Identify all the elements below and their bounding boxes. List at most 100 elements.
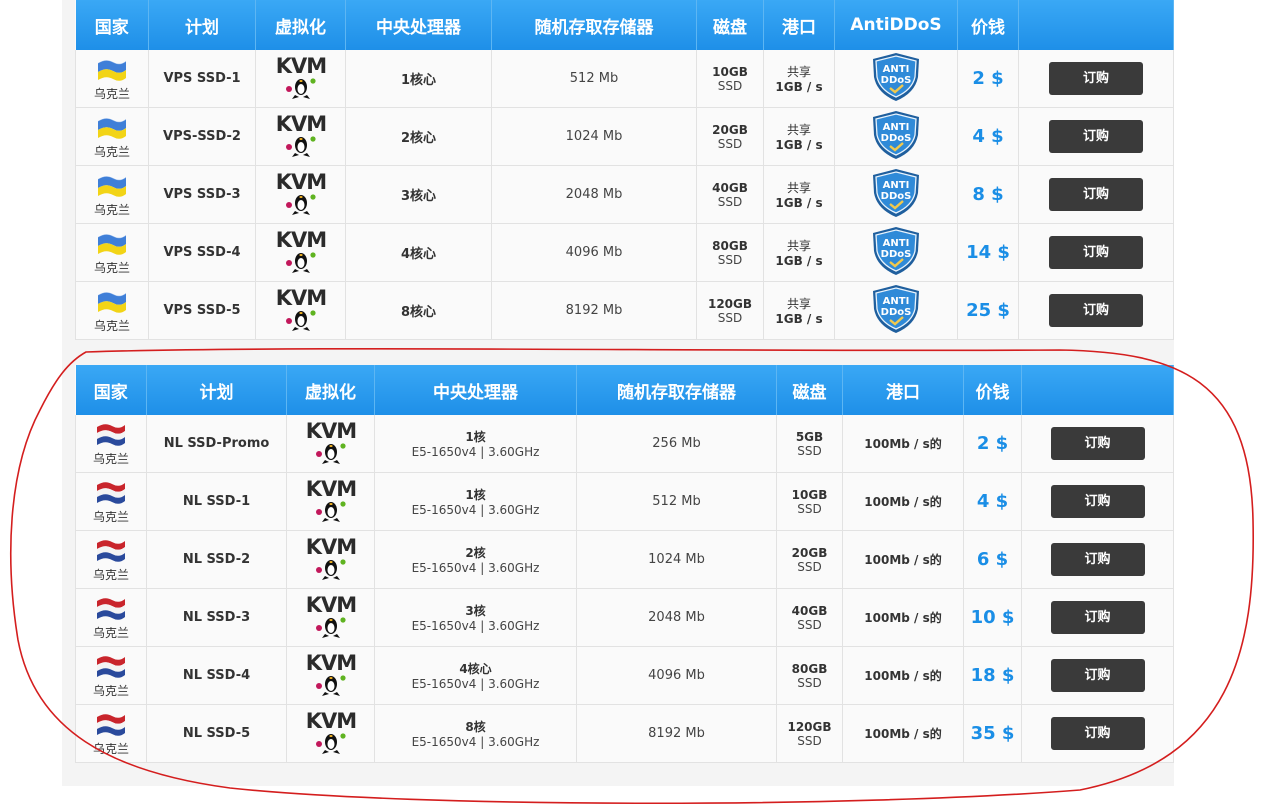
- ram-size: 4096 Mb: [648, 668, 705, 683]
- cell-disk: 120GB SSD: [776, 704, 843, 763]
- disk-type: SSD: [717, 78, 743, 93]
- cell-country: 乌克兰: [75, 472, 147, 531]
- cell-price: 8 $: [957, 165, 1019, 224]
- cell-port: 100Mb / s的: [842, 415, 964, 473]
- port-speed: 100Mb / s的: [864, 553, 942, 567]
- anti-ddos-shield-icon: ANTI DDoS: [870, 284, 922, 338]
- kvm-logo-icon: KVM: [304, 477, 358, 527]
- svg-text:KVM: KVM: [305, 477, 355, 501]
- cell-order: 订购: [1021, 588, 1174, 647]
- port-speed: 1GB / s: [775, 138, 823, 152]
- cell-plan: NL SSD-4: [146, 646, 287, 705]
- svg-text:KVM: KVM: [275, 170, 325, 194]
- cell-country: 乌克兰: [75, 704, 147, 763]
- order-button[interactable]: 订购: [1049, 236, 1143, 269]
- plan-name: NL SSD-4: [182, 668, 251, 683]
- disk-type: SSD: [797, 675, 822, 690]
- port-speed: 100Mb / s的: [864, 727, 942, 741]
- ram-size: 512 Mb: [652, 494, 701, 509]
- ram-size: 8192 Mb: [565, 303, 623, 318]
- cell-port: 100Mb / s的: [842, 472, 964, 531]
- svg-text:DDoS: DDoS: [881, 133, 912, 144]
- order-button[interactable]: 订购: [1049, 178, 1143, 211]
- order-button[interactable]: 订购: [1050, 601, 1145, 634]
- plan-name: VPS SSD-5: [163, 303, 241, 318]
- cpu-cores: 1核: [465, 488, 486, 502]
- cell-order: 订购: [1018, 281, 1174, 340]
- order-button[interactable]: 订购: [1049, 294, 1143, 327]
- cell-port: 共享 1GB / s: [763, 107, 835, 166]
- order-button[interactable]: 订购: [1050, 485, 1145, 518]
- plan-name: VPS SSD-1: [163, 71, 241, 86]
- disk-size: 40GB: [791, 603, 828, 618]
- header-plan: 计划: [146, 365, 287, 415]
- order-button[interactable]: 订购: [1050, 717, 1145, 750]
- cell-ram: 8192 Mb: [576, 704, 777, 763]
- country-name: 乌克兰: [93, 144, 130, 159]
- cell-port: 共享 1GB / s: [763, 50, 835, 108]
- order-button[interactable]: 订购: [1049, 62, 1143, 95]
- cell-cpu: 8核 E5-1650v4 | 3.60GHz: [374, 704, 577, 763]
- port-speed: 1GB / s: [775, 254, 823, 268]
- disk-type: SSD: [797, 617, 822, 632]
- cell-antiddos: ANTI DDoS: [834, 50, 958, 108]
- cell-price: 6 $: [963, 530, 1022, 589]
- cell-ram: 8192 Mb: [491, 281, 697, 340]
- svg-text:ANTI: ANTI: [883, 64, 910, 75]
- svg-text:ANTI: ANTI: [883, 296, 910, 307]
- cell-ram: 256 Mb: [576, 415, 777, 473]
- disk-size: 20GB: [712, 122, 748, 137]
- cpu-model: E5-1650v4 | 3.60GHz: [411, 619, 540, 633]
- port-speed: 100Mb / s的: [864, 611, 942, 625]
- cell-port: 共享 1GB / s: [763, 281, 835, 340]
- order-button[interactable]: 订购: [1050, 543, 1145, 576]
- anti-ddos-shield-icon: ANTI DDoS: [870, 52, 922, 106]
- price-value: 10 $: [970, 607, 1015, 628]
- cell-order: 订购: [1021, 704, 1174, 763]
- order-button[interactable]: 订购: [1049, 120, 1143, 153]
- plan-name: NL SSD-Promo: [163, 436, 270, 451]
- order-button[interactable]: 订购: [1050, 427, 1145, 460]
- cpu-cores: 3核: [465, 604, 486, 618]
- disk-size: 10GB: [712, 64, 748, 79]
- svg-text:KVM: KVM: [275, 286, 325, 310]
- cell-port: 100Mb / s的: [842, 646, 964, 705]
- cell-disk: 40GB SSD: [696, 165, 764, 224]
- cell-order: 订购: [1021, 530, 1174, 589]
- header-price: 价钱: [957, 0, 1019, 50]
- cell-port: 100Mb / s的: [842, 588, 964, 647]
- port-type: 共享: [786, 297, 811, 311]
- disk-size: 120GB: [707, 296, 753, 311]
- cell-price: 14 $: [957, 223, 1019, 282]
- plan-name: NL SSD-1: [182, 494, 251, 509]
- svg-text:DDoS: DDoS: [881, 249, 912, 260]
- cell-country: 乌克兰: [75, 107, 149, 166]
- cell-cpu: 4核心: [345, 223, 492, 282]
- anti-ddos-shield-icon: ANTI DDoS: [870, 110, 922, 164]
- cell-plan: VPS-SSD-2: [148, 107, 256, 166]
- cell-antiddos: ANTI DDoS: [834, 223, 958, 282]
- ram-size: 1024 Mb: [565, 129, 623, 144]
- svg-text:ANTI: ANTI: [883, 238, 910, 249]
- port-type: 共享: [786, 65, 811, 79]
- cell-antiddos: ANTI DDoS: [834, 107, 958, 166]
- svg-text:KVM: KVM: [305, 709, 355, 733]
- cell-cpu: 1核心: [345, 50, 492, 108]
- disk-type: SSD: [717, 310, 743, 325]
- cell-cpu: 4核心 E5-1650v4 | 3.60GHz: [374, 646, 577, 705]
- order-button[interactable]: 订购: [1050, 659, 1145, 692]
- header-antiddos: AntiDDoS: [834, 0, 958, 50]
- netherlands-flag-icon: [94, 713, 128, 739]
- cell-disk: 80GB SSD: [776, 646, 843, 705]
- disk-size: 10GB: [791, 487, 828, 502]
- cell-order: 订购: [1021, 646, 1174, 705]
- port-speed: 100Mb / s的: [864, 437, 942, 451]
- pricing-table-netherlands: 国家 计划 虚拟化 中央处理器 随机存取存储器 磁盘 港口 价钱 乌克兰 NL …: [75, 365, 1174, 763]
- header-virtualization: 虚拟化: [255, 0, 346, 50]
- table-row: 乌克兰 VPS SSD-5 KVM 8核心 8192 Mb 120GB SSD 共…: [75, 281, 1174, 340]
- cell-virtualization: KVM: [255, 107, 346, 166]
- kvm-logo-icon: KVM: [304, 535, 358, 585]
- table-row: 乌克兰 VPS SSD-1 KVM 1核心 512 Mb 10GB SSD 共享 1…: [75, 50, 1174, 108]
- table-row: 乌克兰 NL SSD-1 KVM 1核 E5-1650v4 | 3.60GHz 5…: [75, 472, 1174, 531]
- disk-size: 5GB: [795, 429, 824, 444]
